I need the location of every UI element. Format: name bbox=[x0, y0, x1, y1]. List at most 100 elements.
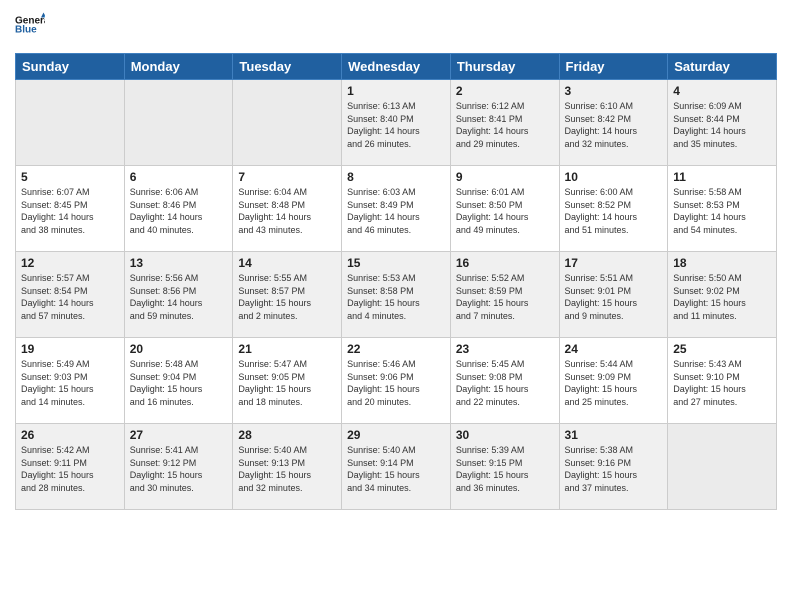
day-info: Sunrise: 6:00 AM Sunset: 8:52 PM Dayligh… bbox=[565, 186, 663, 236]
calendar-cell: 24 Sunrise: 5:44 AM Sunset: 9:09 PM Dayli… bbox=[559, 338, 668, 424]
day-number: 12 bbox=[21, 256, 119, 270]
calendar-cell: 10Sunrise: 6:00 AM Sunset: 8:52 PM Dayli… bbox=[559, 166, 668, 252]
day-info: Sunrise: 5:49 AM Sunset: 9:03 PM Dayligh… bbox=[21, 358, 119, 408]
weekday-header-tuesday: Tuesday bbox=[233, 54, 342, 80]
day-number: 27 bbox=[130, 428, 228, 442]
day-info: Sunrise: 5:41 AM Sunset: 9:12 PM Dayligh… bbox=[130, 444, 228, 494]
header: General Blue bbox=[15, 10, 777, 45]
calendar-cell: 16 Sunrise: 5:52 AM Sunset: 8:59 PM Dayli… bbox=[450, 252, 559, 338]
calendar-cell: 8 Sunrise: 6:03 AM Sunset: 8:49 PM Daylig… bbox=[342, 166, 451, 252]
day-info: Sunrise: 6:01 AM Sunset: 8:50 PM Dayligh… bbox=[456, 186, 554, 236]
weekday-header-monday: Monday bbox=[124, 54, 233, 80]
calendar-cell bbox=[16, 80, 125, 166]
calendar-cell: 14Sunrise: 5:55 AM Sunset: 8:57 PM Dayli… bbox=[233, 252, 342, 338]
calendar-cell bbox=[124, 80, 233, 166]
day-info: Sunrise: 5:46 AM Sunset: 9:06 PM Dayligh… bbox=[347, 358, 445, 408]
day-info: Sunrise: 5:58 AM Sunset: 8:53 PM Dayligh… bbox=[673, 186, 771, 236]
page: General Blue SundayMondayTuesdayWednesda… bbox=[0, 0, 792, 612]
day-info: Sunrise: 6:12 AM Sunset: 8:41 PM Dayligh… bbox=[456, 100, 554, 150]
day-number: 28 bbox=[238, 428, 336, 442]
logo-icon: General Blue bbox=[15, 10, 45, 40]
day-number: 1 bbox=[347, 84, 445, 98]
calendar-cell: 23Sunrise: 5:45 AM Sunset: 9:08 PM Dayli… bbox=[450, 338, 559, 424]
calendar-cell: 29 Sunrise: 5:40 AM Sunset: 9:14 PM Dayli… bbox=[342, 424, 451, 510]
day-info: Sunrise: 5:47 AM Sunset: 9:05 PM Dayligh… bbox=[238, 358, 336, 408]
day-info: Sunrise: 6:09 AM Sunset: 8:44 PM Dayligh… bbox=[673, 100, 771, 150]
calendar-cell: 18Sunrise: 5:50 AM Sunset: 9:02 PM Dayli… bbox=[668, 252, 777, 338]
calendar-cell: 31 Sunrise: 5:38 AM Sunset: 9:16 PM Dayli… bbox=[559, 424, 668, 510]
day-number: 30 bbox=[456, 428, 554, 442]
day-number: 9 bbox=[456, 170, 554, 184]
svg-text:Blue: Blue bbox=[15, 25, 37, 36]
day-number: 20 bbox=[130, 342, 228, 356]
calendar-cell: 9 Sunrise: 6:01 AM Sunset: 8:50 PM Daylig… bbox=[450, 166, 559, 252]
calendar-cell: 21Sunrise: 5:47 AM Sunset: 9:05 PM Dayli… bbox=[233, 338, 342, 424]
week-row-1: 1 Sunrise: 6:13 AM Sunset: 8:40 PM Daylig… bbox=[16, 80, 777, 166]
calendar-cell bbox=[233, 80, 342, 166]
day-number: 24 bbox=[565, 342, 663, 356]
day-info: Sunrise: 5:52 AM Sunset: 8:59 PM Dayligh… bbox=[456, 272, 554, 322]
calendar-cell: 25 Sunrise: 5:43 AM Sunset: 9:10 PM Dayli… bbox=[668, 338, 777, 424]
day-number: 7 bbox=[238, 170, 336, 184]
calendar-cell: 6Sunrise: 6:06 AM Sunset: 8:46 PM Daylig… bbox=[124, 166, 233, 252]
calendar-cell bbox=[668, 424, 777, 510]
calendar-cell: 19 Sunrise: 5:49 AM Sunset: 9:03 PM Dayli… bbox=[16, 338, 125, 424]
day-info: Sunrise: 6:07 AM Sunset: 8:45 PM Dayligh… bbox=[21, 186, 119, 236]
day-number: 19 bbox=[21, 342, 119, 356]
calendar-cell: 27 Sunrise: 5:41 AM Sunset: 9:12 PM Dayli… bbox=[124, 424, 233, 510]
day-info: Sunrise: 6:13 AM Sunset: 8:40 PM Dayligh… bbox=[347, 100, 445, 150]
calendar-cell: 7 Sunrise: 6:04 AM Sunset: 8:48 PM Daylig… bbox=[233, 166, 342, 252]
calendar-cell: 30 Sunrise: 5:39 AM Sunset: 9:15 PM Dayli… bbox=[450, 424, 559, 510]
day-info: Sunrise: 5:42 AM Sunset: 9:11 PM Dayligh… bbox=[21, 444, 119, 494]
day-info: Sunrise: 5:40 AM Sunset: 9:14 PM Dayligh… bbox=[347, 444, 445, 494]
calendar-cell: 13 Sunrise: 5:56 AM Sunset: 8:56 PM Dayli… bbox=[124, 252, 233, 338]
logo: General Blue bbox=[15, 10, 45, 45]
weekday-header-sunday: Sunday bbox=[16, 54, 125, 80]
day-info: Sunrise: 5:43 AM Sunset: 9:10 PM Dayligh… bbox=[673, 358, 771, 408]
calendar-cell: 11 Sunrise: 5:58 AM Sunset: 8:53 PM Dayli… bbox=[668, 166, 777, 252]
day-number: 3 bbox=[565, 84, 663, 98]
calendar-cell: 17 Sunrise: 5:51 AM Sunset: 9:01 PM Dayli… bbox=[559, 252, 668, 338]
day-number: 2 bbox=[456, 84, 554, 98]
calendar-cell: 22Sunrise: 5:46 AM Sunset: 9:06 PM Dayli… bbox=[342, 338, 451, 424]
day-info: Sunrise: 6:03 AM Sunset: 8:49 PM Dayligh… bbox=[347, 186, 445, 236]
day-number: 25 bbox=[673, 342, 771, 356]
day-info: Sunrise: 6:06 AM Sunset: 8:46 PM Dayligh… bbox=[130, 186, 228, 236]
weekday-header-friday: Friday bbox=[559, 54, 668, 80]
calendar-cell: 26 Sunrise: 5:42 AM Sunset: 9:11 PM Dayli… bbox=[16, 424, 125, 510]
day-number: 16 bbox=[456, 256, 554, 270]
calendar-cell: 20Sunrise: 5:48 AM Sunset: 9:04 PM Dayli… bbox=[124, 338, 233, 424]
week-row-2: 5 Sunrise: 6:07 AM Sunset: 8:45 PM Daylig… bbox=[16, 166, 777, 252]
day-number: 17 bbox=[565, 256, 663, 270]
day-info: Sunrise: 5:53 AM Sunset: 8:58 PM Dayligh… bbox=[347, 272, 445, 322]
day-info: Sunrise: 5:39 AM Sunset: 9:15 PM Dayligh… bbox=[456, 444, 554, 494]
day-info: Sunrise: 5:45 AM Sunset: 9:08 PM Dayligh… bbox=[456, 358, 554, 408]
day-number: 29 bbox=[347, 428, 445, 442]
day-info: Sunrise: 5:56 AM Sunset: 8:56 PM Dayligh… bbox=[130, 272, 228, 322]
calendar-cell: 2 Sunrise: 6:12 AM Sunset: 8:41 PM Daylig… bbox=[450, 80, 559, 166]
day-info: Sunrise: 5:51 AM Sunset: 9:01 PM Dayligh… bbox=[565, 272, 663, 322]
calendar-cell: 4Sunrise: 6:09 AM Sunset: 8:44 PM Daylig… bbox=[668, 80, 777, 166]
day-number: 5 bbox=[21, 170, 119, 184]
weekday-header-row: SundayMondayTuesdayWednesdayThursdayFrid… bbox=[16, 54, 777, 80]
weekday-header-thursday: Thursday bbox=[450, 54, 559, 80]
calendar-cell: 15 Sunrise: 5:53 AM Sunset: 8:58 PM Dayli… bbox=[342, 252, 451, 338]
day-number: 31 bbox=[565, 428, 663, 442]
day-info: Sunrise: 5:38 AM Sunset: 9:16 PM Dayligh… bbox=[565, 444, 663, 494]
day-info: Sunrise: 5:40 AM Sunset: 9:13 PM Dayligh… bbox=[238, 444, 336, 494]
day-number: 11 bbox=[673, 170, 771, 184]
calendar-cell: 5 Sunrise: 6:07 AM Sunset: 8:45 PM Daylig… bbox=[16, 166, 125, 252]
week-row-4: 19 Sunrise: 5:49 AM Sunset: 9:03 PM Dayli… bbox=[16, 338, 777, 424]
day-number: 15 bbox=[347, 256, 445, 270]
day-number: 13 bbox=[130, 256, 228, 270]
weekday-header-wednesday: Wednesday bbox=[342, 54, 451, 80]
weekday-header-saturday: Saturday bbox=[668, 54, 777, 80]
day-info: Sunrise: 5:44 AM Sunset: 9:09 PM Dayligh… bbox=[565, 358, 663, 408]
calendar-cell: 1 Sunrise: 6:13 AM Sunset: 8:40 PM Daylig… bbox=[342, 80, 451, 166]
day-number: 8 bbox=[347, 170, 445, 184]
day-info: Sunrise: 5:57 AM Sunset: 8:54 PM Dayligh… bbox=[21, 272, 119, 322]
day-info: Sunrise: 6:04 AM Sunset: 8:48 PM Dayligh… bbox=[238, 186, 336, 236]
day-info: Sunrise: 5:50 AM Sunset: 9:02 PM Dayligh… bbox=[673, 272, 771, 322]
day-info: Sunrise: 5:55 AM Sunset: 8:57 PM Dayligh… bbox=[238, 272, 336, 322]
day-number: 26 bbox=[21, 428, 119, 442]
